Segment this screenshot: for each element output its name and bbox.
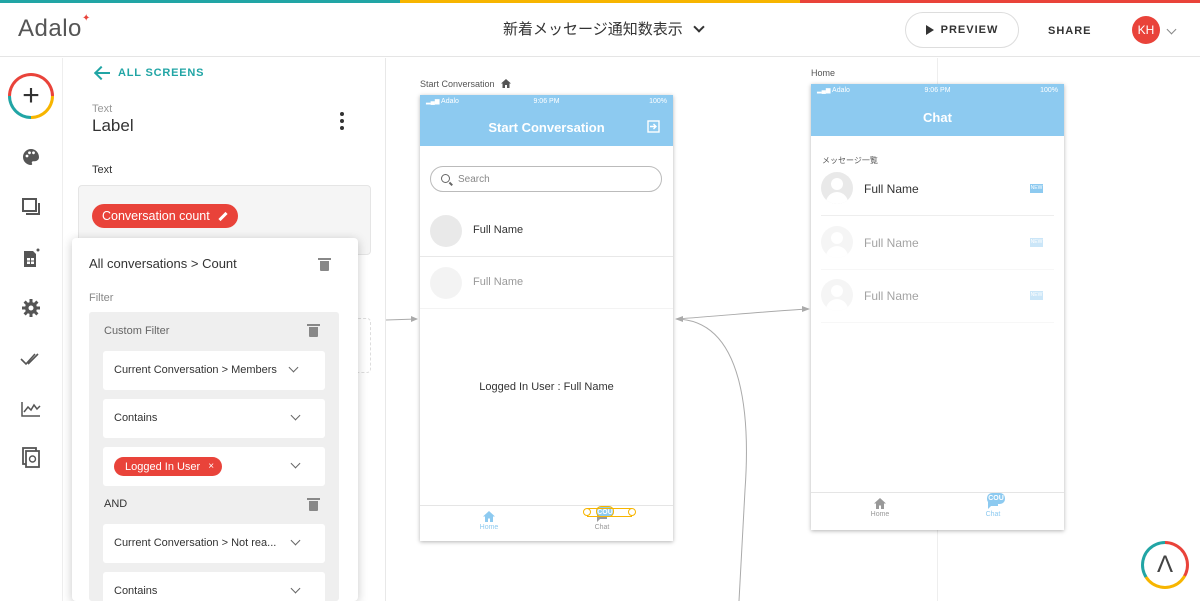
- operator-select[interactable]: Contains: [103, 572, 325, 601]
- new-badge: NEW: [1030, 184, 1043, 193]
- database-icon[interactable]: [20, 247, 42, 269]
- publish-icon[interactable]: [20, 447, 42, 469]
- add-component-button[interactable]: +: [8, 73, 54, 119]
- value-select[interactable]: Logged In User ×: [103, 447, 325, 486]
- home-icon: [501, 79, 512, 88]
- image-placeholder-icon: [430, 267, 462, 299]
- home-title: Chat: [923, 110, 952, 125]
- filter-label: Filter: [89, 292, 114, 304]
- count-badge[interactable]: COU: [987, 493, 1005, 504]
- list-item[interactable]: Full Name: [420, 257, 673, 309]
- status-bar: ▂▄▆ Adalo 9:06 PM 100%: [426, 98, 667, 105]
- analytics-icon[interactable]: [20, 398, 42, 420]
- conversation-count-chip[interactable]: Conversation count: [92, 204, 238, 228]
- left-nav: +: [0, 58, 63, 601]
- custom-filter-panel: Custom Filter Current Conversation > Mem…: [89, 312, 339, 601]
- filter-popover: All conversations > Count Filter Custom …: [72, 238, 358, 601]
- palette-icon[interactable]: [20, 146, 42, 168]
- custom-filter-label: Custom Filter: [104, 325, 170, 337]
- screens-icon[interactable]: [20, 196, 42, 218]
- avatar-placeholder-icon: [821, 172, 853, 204]
- tab-home[interactable]: Home: [459, 511, 519, 531]
- screen-label-home[interactable]: Home: [811, 68, 835, 78]
- and-label: AND: [104, 498, 128, 510]
- home-screen[interactable]: ▂▄▆ Adalo 9:06 PM 100% Chat メッセージ一覧 Full…: [811, 84, 1064, 530]
- chevron-down-icon: [290, 458, 301, 469]
- adalo-assistant-button[interactable]: Λ: [1141, 541, 1189, 589]
- home-header: ▂▄▆ Adalo 9:06 PM 100% Chat: [811, 84, 1064, 136]
- checkmarks-icon[interactable]: [20, 348, 42, 370]
- settings-icon[interactable]: [20, 297, 42, 319]
- start-title: Start Conversation: [488, 120, 605, 135]
- chevron-down-icon: [290, 535, 301, 546]
- user-avatar[interactable]: KH: [1132, 16, 1160, 44]
- avatar-placeholder-icon: [821, 226, 853, 258]
- list-item[interactable]: Full Name: [420, 205, 673, 257]
- search-icon: [441, 174, 450, 183]
- chevron-down-icon: [290, 410, 301, 421]
- popover-title: All conversations > Count: [89, 256, 237, 271]
- add-icon: +: [11, 76, 51, 116]
- text-section-label: Text: [92, 164, 113, 176]
- resize-handle[interactable]: [628, 508, 636, 516]
- chevron-down-icon: [693, 21, 705, 33]
- operator-select[interactable]: Contains: [103, 399, 325, 438]
- arrow-left-icon: [96, 72, 110, 74]
- new-badge: NEW: [1030, 291, 1043, 300]
- start-tab-bar: Home Chat COU: [420, 505, 673, 541]
- component-name[interactable]: Label: [92, 116, 134, 136]
- all-screens-link[interactable]: ALL SCREENS: [96, 67, 204, 79]
- exit-icon[interactable]: [647, 120, 660, 133]
- list-item[interactable]: Full Name NEW: [821, 269, 1054, 323]
- adalo-logo[interactable]: Adalo ✦: [18, 13, 90, 43]
- chevron-down-icon[interactable]: [1166, 24, 1177, 35]
- logo-sparkle-icon: ✦: [82, 13, 91, 24]
- more-options-icon[interactable]: [340, 112, 344, 130]
- new-badge: NEW: [1030, 238, 1043, 247]
- list-item[interactable]: Full Name NEW: [821, 162, 1054, 216]
- close-icon[interactable]: ×: [208, 461, 214, 472]
- list-item[interactable]: Full Name NEW: [821, 216, 1054, 270]
- status-bar: ▂▄▆ Adalo 9:06 PM 100%: [817, 87, 1058, 94]
- top-bar: Adalo ✦ 新着メッセージ通知数表示 PREVIEW SHARE KH: [0, 3, 1200, 57]
- trash-icon[interactable]: [307, 498, 320, 511]
- share-button[interactable]: SHARE: [1048, 25, 1092, 37]
- chevron-down-icon: [290, 583, 301, 594]
- app-title: 新着メッセージ通知数表示: [503, 21, 683, 38]
- logged-in-user-text[interactable]: Logged In User : Full Name: [420, 381, 673, 393]
- pencil-icon[interactable]: [218, 211, 228, 221]
- tab-home[interactable]: Home: [850, 498, 910, 518]
- resize-handle[interactable]: [583, 508, 591, 516]
- image-placeholder-icon: [430, 215, 462, 247]
- start-conversation-screen[interactable]: ▂▄▆ Adalo 9:06 PM 100% Start Conversatio…: [420, 95, 673, 541]
- home-tab-bar: Home Chat COU: [811, 492, 1064, 528]
- field-select[interactable]: Current Conversation > Not rea...: [103, 524, 325, 563]
- preview-button[interactable]: PREVIEW: [905, 12, 1019, 48]
- selection-box: [587, 508, 632, 517]
- screen-label-start[interactable]: Start Conversation: [420, 79, 512, 89]
- adalo-a-icon: Λ: [1144, 544, 1186, 586]
- avatar-placeholder-icon: [821, 279, 853, 311]
- field-select[interactable]: Current Conversation > Members: [103, 351, 325, 390]
- logged-in-user-chip[interactable]: Logged In User ×: [114, 457, 223, 476]
- component-type: Text: [92, 103, 113, 115]
- app-title-dropdown[interactable]: 新着メッセージ通知数表示: [503, 18, 705, 39]
- start-header: ▂▄▆ Adalo 9:06 PM 100% Start Conversatio…: [420, 95, 673, 146]
- play-icon: [925, 25, 934, 35]
- trash-icon[interactable]: [307, 324, 320, 337]
- trash-icon[interactable]: [318, 258, 331, 271]
- search-input[interactable]: Search: [430, 166, 662, 192]
- chevron-down-icon: [288, 362, 299, 373]
